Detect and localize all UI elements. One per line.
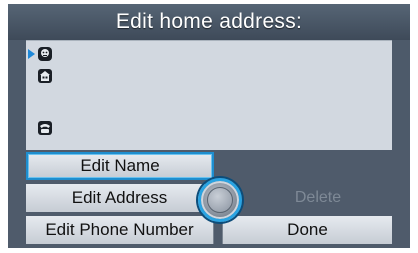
entry-row-address[interactable]: [26, 67, 86, 85]
address-entry-panel: [26, 40, 392, 151]
interface-dial-knob[interactable]: [198, 178, 242, 222]
nav-screen: Edit home address: Edit Name Edit Addres…: [8, 4, 410, 248]
edit-phone-number-button[interactable]: Edit Phone Number: [26, 216, 214, 244]
home-building-icon: [38, 69, 52, 83]
delete-button: Delete: [294, 189, 342, 206]
telephone-icon: [38, 121, 52, 135]
edit-name-button[interactable]: Edit Name: [26, 152, 214, 180]
edit-address-button[interactable]: Edit Address: [26, 184, 214, 212]
selection-arrow-icon: [28, 49, 35, 59]
page-title: Edit home address:: [115, 10, 303, 33]
knob-center: [207, 187, 233, 213]
entry-row-phone[interactable]: [26, 119, 86, 137]
done-button[interactable]: Done: [222, 216, 392, 244]
menu-area: Edit Name Edit Address Edit Phone Number…: [8, 150, 410, 248]
title-bar: Edit home address:: [8, 4, 410, 40]
contact-person-icon: [38, 47, 52, 61]
entry-row-name[interactable]: [26, 45, 86, 63]
